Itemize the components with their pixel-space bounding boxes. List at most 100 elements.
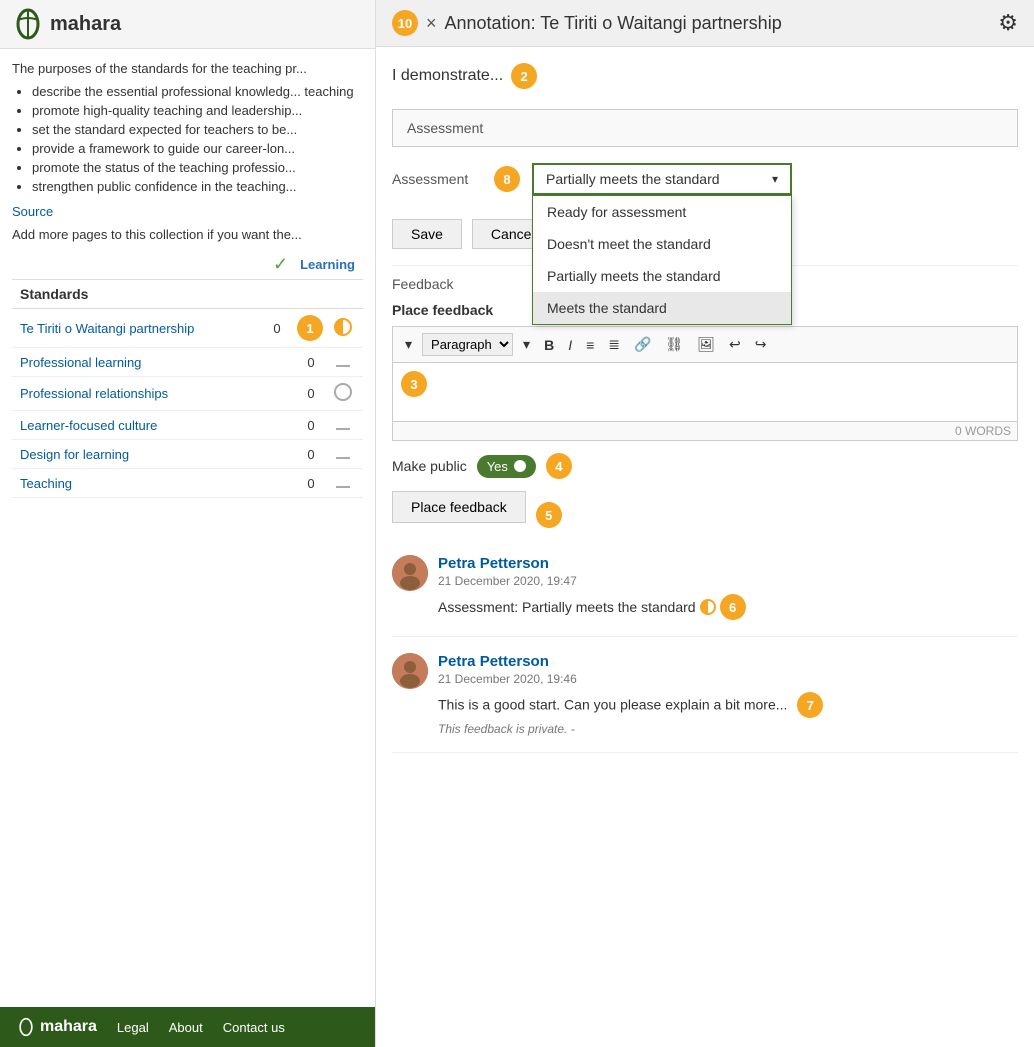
place-feedback-button[interactable]: Place feedback	[392, 491, 526, 523]
annotation-title: Annotation: Te Tiriti o Waitangi partner…	[445, 13, 782, 34]
toolbar-chevron-btn[interactable]: ▾	[401, 334, 416, 355]
standards-header-row: ✓ Learning	[12, 250, 363, 279]
std-name-1[interactable]: Te Tiriti o Waitangi partnership	[20, 321, 257, 336]
source-link[interactable]: Source	[12, 204, 363, 219]
save-button[interactable]: Save	[392, 219, 462, 249]
standard-row[interactable]: Design for learning 0	[12, 440, 363, 469]
dash-icon-5	[336, 457, 350, 459]
make-public-row: Make public Yes 4	[392, 453, 1018, 479]
dropdown-menu: Ready for assessment Doesn't meet the st…	[532, 195, 792, 325]
footer-legal-link[interactable]: Legal	[117, 1020, 149, 1035]
std-count-2: 0	[299, 355, 323, 370]
undo-button[interactable]: ↩	[725, 334, 745, 355]
ordered-list-button[interactable]: ≣	[604, 334, 624, 355]
dash-icon-2	[336, 365, 350, 367]
assessment-label: Assessment	[392, 171, 482, 187]
mahara-logo[interactable]: mahara	[12, 8, 121, 40]
unlink-button[interactable]: ⛓	[661, 334, 687, 355]
avatar-1	[392, 555, 428, 591]
assessment-dropdown-row: Assessment 8 Partially meets the standar…	[392, 163, 1018, 195]
feedback-private-label: This feedback is private. -	[438, 722, 1018, 736]
left-panel: mahara The purposes of the standards for…	[0, 0, 375, 1047]
std-icon-5	[331, 446, 355, 462]
standard-row[interactable]: Learner-focused culture 0	[12, 411, 363, 440]
dropdown-item-4[interactable]: Meets the standard	[533, 292, 791, 324]
dropdown-item-1[interactable]: Ready for assessment	[533, 196, 791, 228]
standard-row[interactable]: Teaching 0	[12, 469, 363, 498]
std-name-5[interactable]: Design for learning	[20, 447, 291, 462]
half-circle-icon-1	[334, 318, 352, 336]
std-count-3: 0	[299, 386, 323, 401]
gear-icon[interactable]: ⚙	[998, 10, 1018, 36]
bold-button[interactable]: B	[540, 335, 558, 355]
make-public-toggle[interactable]: Yes	[477, 455, 536, 478]
standard-row[interactable]: Professional learning 0	[12, 348, 363, 377]
toolbar-paragraph-arrow[interactable]: ▾	[519, 334, 534, 355]
right-header-left: 10 × Annotation: Te Tiriti o Waitangi pa…	[392, 10, 782, 36]
toggle-dot	[514, 460, 526, 472]
std-icon-2	[331, 354, 355, 370]
standard-row[interactable]: Professional relationships 0	[12, 377, 363, 411]
standards-section: ✓ Learning Standards Te Tiriti o Waitang…	[12, 250, 363, 498]
italic-button[interactable]: I	[564, 335, 576, 355]
i-demonstrate-badge: 2	[511, 63, 537, 89]
bullet-2: promote high-quality teaching and leader…	[32, 103, 363, 118]
make-public-yes-label: Yes	[487, 459, 508, 474]
dropdown-selected-text: Partially meets the standard	[546, 171, 720, 187]
dropdown-item-3[interactable]: Partially meets the standard	[533, 260, 791, 292]
feedback-author-1[interactable]: Petra Petterson	[438, 555, 1018, 572]
redo-button[interactable]: ↪	[751, 334, 771, 355]
link-button[interactable]: 🔗	[630, 334, 655, 355]
editor-area[interactable]: 3	[392, 362, 1018, 422]
std-icon-3	[331, 383, 355, 404]
editor-toolbar: ▾ Paragraph ▾ B I ≡ ≣ 🔗 ⛓ 🖼 ↩ ↪	[392, 326, 1018, 362]
std-name-2[interactable]: Professional learning	[20, 355, 291, 370]
bullet-4: provide a framework to guide our career-…	[32, 141, 363, 156]
bullet-list-button[interactable]: ≡	[582, 335, 598, 355]
footer-contact-link[interactable]: Contact us	[223, 1020, 285, 1035]
std-icon-4	[331, 417, 355, 433]
right-content: I demonstrate... 2 Assessment Assessment…	[376, 47, 1034, 1047]
left-content: The purposes of the standards for the te…	[0, 49, 375, 1007]
feedback-date-2: 21 December 2020, 19:46	[438, 672, 1018, 686]
bullet-1: describe the essential professional know…	[32, 84, 363, 99]
feedback-author-2[interactable]: Petra Petterson	[438, 653, 1018, 670]
left-header: mahara	[0, 0, 375, 49]
place-feedback-btn-row: Place feedback 5	[392, 491, 1018, 539]
standards-title: Standards	[12, 279, 363, 309]
check-icon: ✓	[273, 254, 288, 275]
footer-logo: mahara	[16, 1017, 97, 1037]
editor-badge-3: 3	[401, 371, 427, 397]
footer-about-link[interactable]: About	[169, 1020, 203, 1035]
make-public-badge-4: 4	[546, 453, 572, 479]
feedback-body-2: Petra Petterson 21 December 2020, 19:46 …	[438, 653, 1018, 736]
word-count: 0 WORDS	[392, 422, 1018, 441]
half-circle-icon-sm-1	[700, 599, 716, 615]
learning-label: Learning	[300, 257, 355, 272]
feedback-date-1: 21 December 2020, 19:47	[438, 574, 1018, 588]
header-badge-10: 10	[392, 10, 418, 36]
dropdown-item-2[interactable]: Doesn't meet the standard	[533, 228, 791, 260]
chevron-down-icon: ▾	[772, 172, 778, 186]
right-panel: 10 × Annotation: Te Tiriti o Waitangi pa…	[375, 0, 1034, 1047]
std-name-6[interactable]: Teaching	[20, 476, 291, 491]
feedback-entry-1: Petra Petterson 21 December 2020, 19:47 …	[392, 555, 1018, 637]
assessment-dropdown[interactable]: Partially meets the standard ▾ Ready for…	[532, 163, 792, 195]
standard-row[interactable]: Te Tiriti o Waitangi partnership 0 1	[12, 309, 363, 348]
paragraph-select[interactable]: Paragraph	[422, 333, 513, 356]
feedback-text-2: This is a good start. Can you please exp…	[438, 692, 1018, 718]
std-name-3[interactable]: Professional relationships	[20, 386, 291, 401]
close-button[interactable]: ×	[426, 13, 437, 34]
image-button[interactable]: 🖼	[693, 334, 719, 355]
dash-icon-4	[336, 428, 350, 430]
intro-text: The purposes of the standards for the te…	[12, 61, 363, 76]
std-count-5: 0	[299, 447, 323, 462]
badge-1: 1	[297, 315, 323, 341]
assessment-text-1: Assessment: Partially meets the standard	[438, 599, 696, 615]
dash-icon-6	[336, 486, 350, 488]
std-name-4[interactable]: Learner-focused culture	[20, 418, 291, 433]
avatar-2	[392, 653, 428, 689]
feedback-badge-7: 7	[797, 692, 823, 718]
dropdown-selected[interactable]: Partially meets the standard ▾	[532, 163, 792, 195]
feedback-badge-6: 6	[720, 594, 746, 620]
